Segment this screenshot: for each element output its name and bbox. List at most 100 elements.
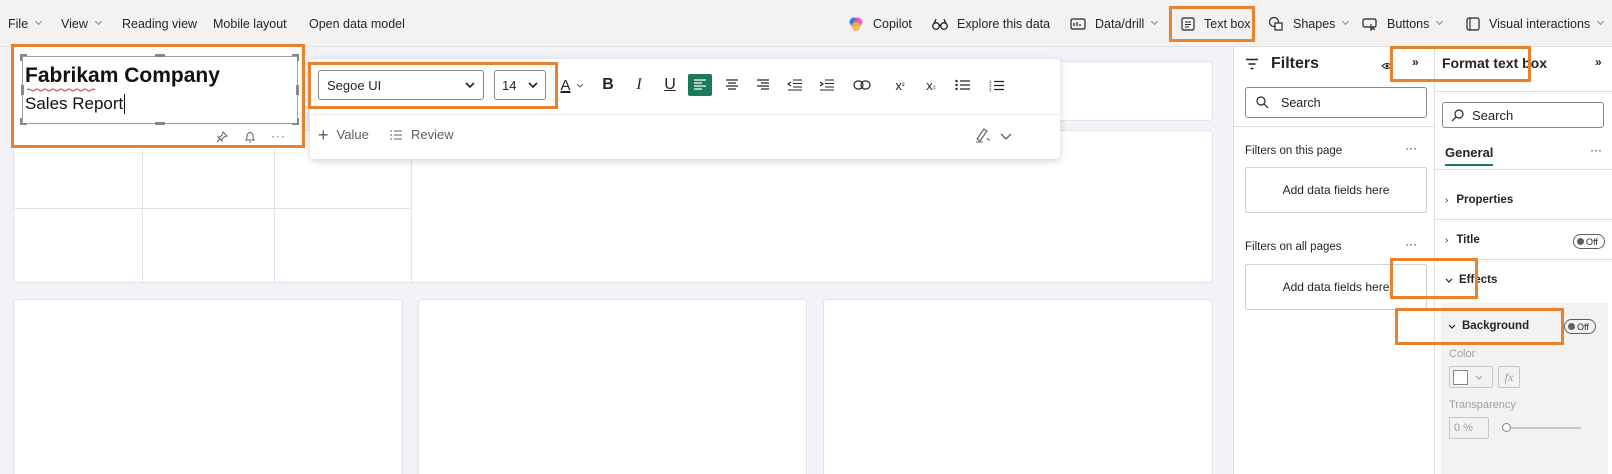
numbered-list-icon[interactable]: 123	[985, 59, 1009, 111]
file-menu[interactable]: File	[8, 0, 43, 47]
color-picker[interactable]	[1449, 366, 1493, 388]
effects-section[interactable]: Effects	[1445, 274, 1497, 286]
collapse-filters-icon[interactable]: »	[1412, 55, 1419, 69]
subscript-icon[interactable]: x₂	[919, 59, 943, 111]
reading-view-button[interactable]: Reading view	[122, 0, 197, 47]
title-toggle[interactable]: Off	[1573, 234, 1605, 249]
file-menu-label: File	[8, 16, 29, 31]
view-menu[interactable]: View	[61, 0, 102, 47]
resize-handle[interactable]	[155, 122, 165, 125]
title-toggle-label: Off	[1586, 236, 1598, 247]
decrease-indent-icon[interactable]	[783, 59, 807, 111]
font-family-dropdown[interactable]: Segoe UI	[318, 70, 484, 100]
filters-header: Filters	[1245, 55, 1319, 73]
open-data-model-button[interactable]: Open data model	[309, 0, 405, 47]
shapes-menu[interactable]: Shapes	[1268, 0, 1350, 47]
drop-zone-label: Add data fields here	[1282, 183, 1390, 197]
more-options-icon[interactable]: ···	[1405, 237, 1417, 251]
visual-interactions-menu[interactable]: Visual interactions	[1466, 0, 1605, 47]
resize-handle[interactable]	[292, 54, 299, 61]
buttons-menu[interactable]: Buttons	[1362, 0, 1444, 47]
tabs-divider	[1435, 169, 1612, 170]
color-swatch	[1453, 369, 1468, 385]
copilot-label: Copilot	[873, 16, 912, 31]
properties-section[interactable]: › Properties	[1445, 194, 1513, 206]
background-section[interactable]: Background	[1448, 320, 1529, 332]
bold-icon[interactable]: B	[595, 59, 621, 111]
text-box-title[interactable]: Fabrikam Company	[25, 64, 220, 88]
data-drill-icon	[1070, 17, 1086, 31]
transparency-slider-thumb[interactable]	[1502, 423, 1511, 432]
chevron-down-icon	[1597, 17, 1605, 26]
explore-data-button[interactable]: Explore this data	[932, 0, 1050, 47]
fx-icon[interactable]: fx	[1498, 366, 1520, 388]
superscript-icon[interactable]: x²	[888, 59, 912, 111]
collapse-format-icon[interactable]: »	[1595, 55, 1602, 69]
align-center-icon[interactable]	[720, 59, 744, 111]
value-button[interactable]: + Value	[318, 124, 369, 145]
mobile-layout-button[interactable]: Mobile layout	[213, 0, 287, 47]
resize-handle[interactable]	[20, 54, 27, 61]
color-label: Color	[1449, 348, 1476, 360]
resize-handle[interactable]	[296, 85, 299, 95]
more-options-icon[interactable]: ···	[1590, 143, 1602, 157]
bulleted-list-icon[interactable]	[951, 59, 975, 111]
bottom-visual-card-3[interactable]	[823, 299, 1213, 474]
eye-icon[interactable]	[1381, 58, 1393, 73]
title-section[interactable]: › Title	[1445, 234, 1480, 246]
section-divider	[1435, 219, 1612, 220]
text-box-subtitle[interactable]: Sales Report	[25, 94, 126, 114]
resize-handle[interactable]	[155, 54, 165, 57]
transparency-input[interactable]: 0 %	[1449, 417, 1489, 439]
filters-on-all-pages-label: Filters on all pages	[1245, 241, 1342, 253]
filters-pane: Filters » Search Filters on this page ··…	[1233, 47, 1435, 474]
drop-zone-label: Add data fields here	[1282, 280, 1390, 294]
all-pages-filters-drop-zone[interactable]: Add data fields here	[1245, 264, 1427, 310]
tab-general[interactable]: General	[1445, 145, 1494, 166]
chevron-down-icon	[1475, 375, 1483, 380]
background-card: Background Off Color fx Transparency 0 %	[1441, 303, 1608, 474]
bottom-visual-card-2[interactable]	[418, 299, 807, 474]
buttons-icon	[1362, 17, 1378, 31]
text-box-button[interactable]: Text box	[1181, 0, 1251, 47]
text-box-icon	[1181, 16, 1195, 31]
italic-icon[interactable]: I	[626, 59, 652, 111]
pin-icon[interactable]	[216, 131, 228, 146]
format-header-divider	[1435, 91, 1612, 92]
format-pane: Format text box » Search General ··· › P…	[1434, 47, 1612, 474]
shapes-label: Shapes	[1293, 16, 1336, 31]
resize-handle[interactable]	[21, 85, 24, 95]
align-right-icon[interactable]	[751, 59, 775, 111]
increase-indent-icon[interactable]	[815, 59, 839, 111]
link-icon[interactable]	[850, 59, 874, 111]
bell-icon[interactable]	[244, 131, 256, 147]
chevron-down-icon	[465, 82, 475, 88]
review-button[interactable]: Review	[389, 127, 454, 142]
more-options-icon[interactable]: ···	[271, 129, 286, 143]
align-left-icon[interactable]	[688, 74, 712, 96]
buttons-label: Buttons	[1387, 16, 1430, 31]
font-color-button[interactable]: A	[557, 59, 587, 111]
text-box-visual[interactable]: Fabrikam Company Sales Report ···	[13, 47, 303, 149]
font-size-dropdown[interactable]: 14	[494, 70, 546, 100]
page-filters-drop-zone[interactable]: Add data fields here	[1245, 167, 1427, 213]
background-toggle[interactable]: Off	[1564, 319, 1596, 334]
bottom-visual-card-1[interactable]	[13, 299, 403, 474]
pen-sparkle-icon[interactable]	[974, 125, 992, 146]
filters-search-input[interactable]: Search	[1245, 87, 1427, 118]
chevron-down-icon	[1448, 324, 1456, 329]
filters-divider	[1234, 126, 1435, 127]
underline-icon[interactable]: U	[657, 59, 683, 111]
data-drill-menu[interactable]: Data/drill	[1070, 0, 1159, 47]
transparency-slider-track[interactable]	[1511, 427, 1581, 429]
copilot-button[interactable]: Copilot	[848, 0, 912, 47]
open-data-model-label: Open data model	[309, 16, 405, 31]
background-toggle-label: Off	[1577, 321, 1589, 332]
format-search-input[interactable]: Search	[1442, 102, 1604, 128]
resize-handle[interactable]	[292, 118, 299, 125]
more-options-icon[interactable]: ···	[1405, 141, 1417, 155]
resize-handle[interactable]	[20, 118, 27, 125]
plus-icon: +	[318, 124, 329, 145]
review-list-icon	[390, 129, 402, 140]
chevron-down-icon[interactable]	[1000, 129, 1012, 144]
